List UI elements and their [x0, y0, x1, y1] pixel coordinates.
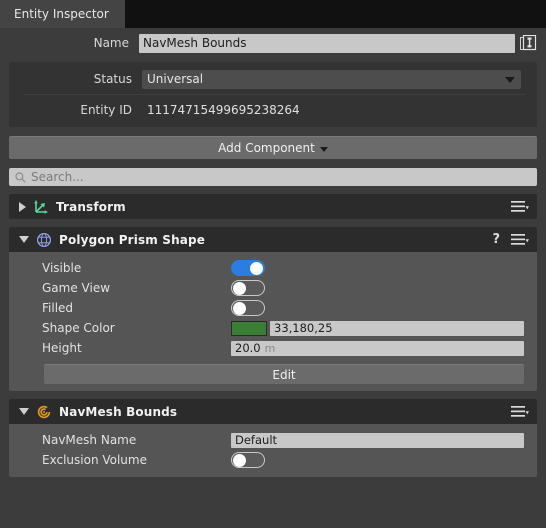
property-label: Shape Color — [42, 321, 115, 335]
toggle-knob — [250, 261, 263, 275]
property-label: NavMesh Name — [42, 433, 137, 447]
property-row-filled: Filled — [9, 298, 537, 318]
prefab-copy-icon[interactable] — [520, 34, 537, 52]
navmesh-swirl-icon — [37, 405, 51, 418]
game-view-toggle[interactable] — [231, 280, 265, 296]
exclusion-volume-toggle[interactable] — [231, 452, 265, 468]
status-label: Status — [93, 72, 132, 86]
component-body-navmesh-bounds: NavMesh Name Default Exclusion Volume — [9, 424, 537, 477]
search-placeholder: Search... — [31, 170, 84, 184]
tab-entity-inspector[interactable]: Entity Inspector — [0, 0, 125, 28]
collapse-arrow-icon[interactable] — [19, 236, 29, 243]
name-label: Name — [93, 36, 129, 50]
height-value: 20.0 — [235, 340, 261, 355]
chevron-down-icon — [505, 77, 515, 83]
entity-details-panel: Status Universal Entity ID 1117471549969… — [9, 62, 537, 127]
hamburger-menu-icon[interactable] — [511, 233, 529, 246]
edit-button[interactable]: Edit — [44, 364, 524, 384]
toggle-knob — [233, 281, 246, 295]
tab-bar: Entity Inspector — [0, 0, 546, 28]
component-card-transform: Transform — [9, 194, 537, 219]
component-header-navmesh-bounds[interactable]: NavMesh Bounds — [9, 399, 537, 424]
search-icon — [15, 171, 26, 183]
property-label: Game View — [42, 281, 111, 295]
shape-color-input[interactable]: 33,180,25 — [270, 320, 524, 336]
property-row-shape-color: Shape Color 33,180,25 — [9, 318, 537, 338]
chevron-down-icon — [319, 146, 328, 152]
toggle-knob — [233, 453, 246, 467]
toggle-knob — [233, 301, 246, 315]
property-row-height: Height 20.0 m — [9, 338, 537, 358]
hamburger-menu-icon[interactable] — [511, 200, 529, 213]
component-header-polygon-prism-shape[interactable]: Polygon Prism Shape ? — [9, 227, 537, 252]
property-row-game-view: Game View — [9, 278, 537, 298]
visible-toggle[interactable] — [231, 260, 265, 276]
name-row: Name NavMesh Bounds — [0, 28, 546, 58]
tab-label: Entity Inspector — [14, 7, 109, 21]
entity-id-label: Entity ID — [80, 103, 132, 117]
height-input[interactable]: 20.0 m — [231, 340, 524, 356]
property-label: Exclusion Volume — [42, 453, 147, 467]
component-title: Polygon Prism Shape — [59, 232, 206, 247]
expand-arrow-icon[interactable] — [19, 201, 26, 212]
tab-bar-empty-area — [124, 0, 546, 28]
property-row-exclusion-volume: Exclusion Volume — [9, 450, 537, 470]
status-value: Universal — [147, 72, 204, 86]
entity-id-row: Entity ID 11174715499695238264 — [9, 97, 537, 123]
identity-section: Name NavMesh Bounds Status Universal Ent… — [0, 28, 546, 127]
component-card-polygon-prism-shape: Polygon Prism Shape ? Visible Game View … — [9, 227, 537, 391]
entity-id-value: 11174715499695238264 — [147, 103, 300, 117]
shape-color-swatch[interactable] — [231, 320, 267, 336]
status-dropdown[interactable]: Universal — [142, 69, 521, 89]
component-card-navmesh-bounds: NavMesh Bounds NavMesh Name Default Excl… — [9, 399, 537, 477]
component-title: Transform — [56, 199, 126, 214]
status-row: Status Universal — [9, 66, 537, 92]
property-label: Height — [42, 341, 82, 355]
polygon-prism-icon — [36, 232, 52, 247]
property-row-visible: Visible — [9, 258, 537, 278]
hamburger-menu-icon[interactable] — [511, 405, 529, 418]
transform-axes-icon — [34, 199, 48, 214]
height-unit: m — [264, 341, 276, 355]
entity-inspector-panel: Entity Inspector Name NavMesh Bounds Sta… — [0, 0, 546, 528]
property-row-navmesh-name: NavMesh Name Default — [9, 430, 537, 450]
filled-toggle[interactable] — [231, 300, 265, 316]
navmesh-name-input[interactable]: Default — [231, 432, 524, 448]
help-icon[interactable]: ? — [492, 232, 500, 247]
property-label: Filled — [42, 301, 74, 315]
add-component-button[interactable]: Add Component — [9, 136, 537, 159]
row-divider — [25, 94, 525, 95]
collapse-arrow-icon[interactable] — [19, 408, 29, 415]
add-component-label: Add Component — [218, 141, 315, 155]
name-input[interactable]: NavMesh Bounds — [139, 33, 515, 53]
component-body-polygon-prism-shape: Visible Game View Filled Shape Color 33,… — [9, 252, 537, 391]
component-header-transform[interactable]: Transform — [9, 194, 537, 219]
component-title: NavMesh Bounds — [59, 404, 178, 419]
search-input[interactable]: Search... — [9, 168, 537, 186]
property-label: Visible — [42, 261, 82, 275]
